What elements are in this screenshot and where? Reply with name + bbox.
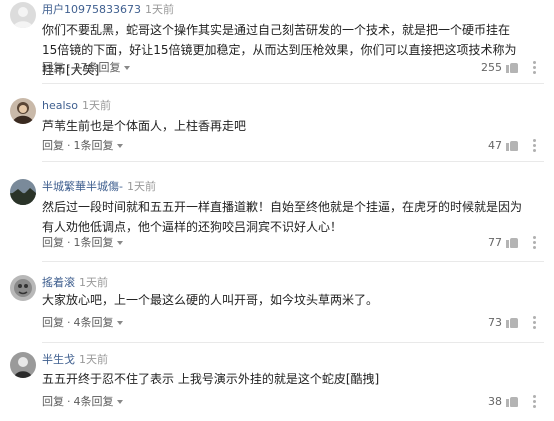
reply-count: 27条回复 xyxy=(73,61,121,74)
reply-count-toggle[interactable]: 4条回复 xyxy=(74,316,123,329)
comment-text: 芦苇生前也是个体面人，上柱香再走吧 xyxy=(42,119,247,133)
reply-count: 1条回复 xyxy=(73,139,114,152)
comment-item: 半城繁華半城傷- 1天前 然后过一段时间就和五五开一样直播道歉！自始至终他就是个挂… xyxy=(0,177,554,267)
like-count: 73 xyxy=(488,316,502,329)
comment-time: 1天前 xyxy=(79,353,108,366)
avatar[interactable] xyxy=(10,179,36,205)
more-vertical-icon[interactable] xyxy=(528,235,542,249)
separator-dot: · xyxy=(67,395,71,408)
thumb-up-icon[interactable] xyxy=(506,60,520,74)
like-count: 38 xyxy=(488,395,502,408)
chevron-down-icon xyxy=(116,400,123,404)
username[interactable]: 用户10975833673 xyxy=(42,3,141,16)
separator-dot: · xyxy=(67,236,71,249)
comment-text: 然后过一段时间就和五五开一样直播道歉！自始至终他就是个挂逼，在虎牙的时候就是因为… xyxy=(42,200,523,234)
reply-button[interactable]: 回复 xyxy=(42,316,64,329)
avatar[interactable] xyxy=(10,275,36,301)
comment-item: 半生戈 1天前 五五开终于忍不住了表示 上我号演示外挂的就是这个蛇皮[酷拽] 回复… xyxy=(0,352,554,421)
separator-dot: · xyxy=(67,61,71,74)
comment-header: 半生戈 1天前 xyxy=(42,353,108,367)
chevron-down-icon xyxy=(116,144,123,148)
like-count: 255 xyxy=(481,61,502,74)
comment-item: 用户10975833673 1天前 你们不要乱黑，蛇哥这个操作其实是通过自己刻苦研… xyxy=(0,0,554,84)
separator-dot: · xyxy=(67,316,71,329)
avatar[interactable] xyxy=(10,352,36,378)
comment-actions: 回复 · 27条回复 xyxy=(42,61,130,75)
reply-count-toggle[interactable]: 4条回复 xyxy=(74,395,123,408)
avatar[interactable] xyxy=(10,98,36,124)
reply-button[interactable]: 回复 xyxy=(42,61,64,74)
comment-actions: 回复 · 1条回复 xyxy=(42,139,123,153)
chevron-down-icon xyxy=(116,241,123,245)
username[interactable]: 半城繁華半城傷- xyxy=(42,180,123,193)
comment-actions: 回复 · 1条回复 xyxy=(42,236,123,250)
comment-actions: 回复 · 4条回复 xyxy=(42,316,123,330)
comment-time: 1天前 xyxy=(126,180,156,193)
comment-header: healso 1天前 xyxy=(42,99,111,113)
separator-dot: · xyxy=(67,139,71,152)
more-vertical-icon[interactable] xyxy=(528,394,542,408)
reply-count: 4条回复 xyxy=(73,316,114,329)
comment-header: 半城繁華半城傷- 1天前 xyxy=(42,180,156,194)
comment-time: 1天前 xyxy=(82,99,111,112)
comment-text: 大家放心吧，上一个最这么硬的人叫开哥，如今坟头草两米了。 xyxy=(42,293,379,307)
comment-header: 搖着滚 1天前 xyxy=(42,276,108,290)
comment-text: 五五开终于忍不住了表示 上我号演示外挂的就是这个蛇皮[酷拽] xyxy=(42,372,380,386)
comment-item: 搖着滚 1天前 大家放心吧，上一个最这么硬的人叫开哥，如今坟头草两米了。 回复 · 4… xyxy=(0,273,554,347)
thumb-up-icon[interactable] xyxy=(506,235,520,249)
reply-button[interactable]: 回复 xyxy=(42,236,64,249)
more-vertical-icon[interactable] xyxy=(528,60,542,74)
comment-item: healso 1天前 芦苇生前也是个体面人，上柱香再走吧 回复 · 1条回复 47 xyxy=(0,96,554,168)
reply-count-toggle[interactable]: 1条回复 xyxy=(74,139,123,152)
like-count: 77 xyxy=(488,236,502,249)
chevron-down-icon xyxy=(123,66,130,70)
divider xyxy=(42,342,544,343)
divider xyxy=(42,161,544,162)
thumb-up-icon[interactable] xyxy=(506,315,520,329)
more-vertical-icon[interactable] xyxy=(528,138,542,152)
username[interactable]: 半生戈 xyxy=(42,353,75,366)
comment-time: 1天前 xyxy=(144,3,174,16)
thumb-up-icon[interactable] xyxy=(506,138,520,152)
comment-actions: 回复 · 4条回复 xyxy=(42,395,123,409)
reply-count: 4条回复 xyxy=(73,395,114,408)
more-vertical-icon[interactable] xyxy=(528,315,542,329)
comment-time: 1天前 xyxy=(79,276,108,289)
reply-count-toggle[interactable]: 27条回复 xyxy=(74,61,130,74)
username[interactable]: healso xyxy=(42,99,78,112)
divider xyxy=(42,261,544,262)
divider xyxy=(42,83,544,84)
reply-count-toggle[interactable]: 1条回复 xyxy=(74,236,123,249)
thumb-up-icon[interactable] xyxy=(506,394,520,408)
reply-button[interactable]: 回复 xyxy=(42,395,64,408)
chevron-down-icon xyxy=(116,321,123,325)
like-count: 47 xyxy=(488,139,502,152)
reply-count: 1条回复 xyxy=(73,236,114,249)
avatar[interactable] xyxy=(10,2,36,28)
comment-header: 用户10975833673 1天前 xyxy=(42,3,174,17)
reply-button[interactable]: 回复 xyxy=(42,139,64,152)
username[interactable]: 搖着滚 xyxy=(42,276,75,289)
